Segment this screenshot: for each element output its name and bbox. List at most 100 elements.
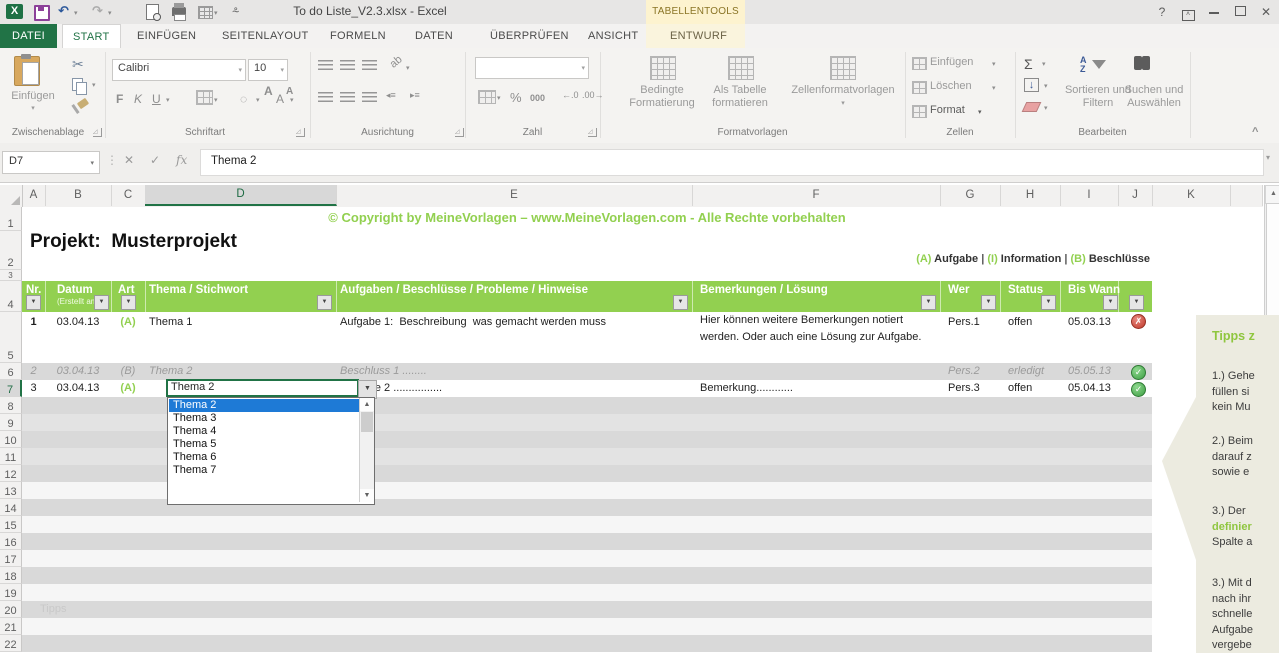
percent-icon[interactable]: % <box>510 90 522 105</box>
autosum-icon[interactable]: Σ <box>1024 56 1033 72</box>
row-header-20[interactable]: 20 <box>0 601 22 618</box>
tab-daten[interactable]: DATEN <box>405 24 463 48</box>
cell-b7[interactable]: 03.04.13 <box>45 380 111 397</box>
table-row[interactable] <box>22 516 1152 533</box>
scrollbar-thumb[interactable] <box>361 412 373 432</box>
cell-i5[interactable]: 05.03.13 <box>1068 314 1111 331</box>
row-header-5[interactable]: 5 <box>0 312 22 363</box>
column-header-e[interactable]: E <box>336 185 693 206</box>
table-row[interactable] <box>22 584 1152 601</box>
thousands-icon[interactable]: 000 <box>530 93 545 103</box>
align-bottom-icon[interactable] <box>362 60 377 70</box>
table-row[interactable] <box>22 618 1152 635</box>
ribbon-options-button[interactable]: ˄ <box>1175 0 1201 24</box>
filter-button-art[interactable]: ▼ <box>121 295 136 310</box>
clipboard-dialog-launcher[interactable]: ◿ <box>93 128 102 137</box>
dropdown-scrollbar[interactable]: ▲ ▼ <box>359 398 374 502</box>
cell-b6[interactable]: 03.04.13 <box>45 363 111 380</box>
fill-color-dropdown-icon[interactable]: ▾ <box>256 96 260 104</box>
orientation-icon[interactable]: ab <box>388 53 405 70</box>
autosum-dropdown-icon[interactable]: ▾ <box>1042 60 1046 68</box>
cell-h6[interactable]: erledigt <box>1008 363 1044 380</box>
cell-b5[interactable]: 03.04.13 <box>45 314 111 331</box>
cell-c6[interactable]: (B) <box>111 363 145 380</box>
filter-button-icons[interactable]: ▼ <box>1129 295 1144 310</box>
delete-cells-icon[interactable] <box>912 81 927 94</box>
insert-cells-icon[interactable] <box>912 57 927 70</box>
expand-formula-bar-icon[interactable]: ▾ <box>1266 153 1270 162</box>
cell-a5[interactable]: 1 <box>22 314 45 331</box>
tab-start[interactable]: START <box>62 24 121 48</box>
table-row[interactable] <box>22 567 1152 584</box>
cell-g6[interactable]: Pers.2 <box>948 363 980 380</box>
format-cells-button[interactable]: Format <box>930 104 965 117</box>
insert-cells-dropdown-icon[interactable]: ▾ <box>992 60 996 68</box>
cut-icon[interactable]: ✂ <box>72 56 84 73</box>
formula-input[interactable]: Thema 2 <box>200 149 1264 176</box>
borders-dropdown-icon[interactable]: ▾ <box>214 96 218 104</box>
select-all-corner[interactable] <box>0 185 23 208</box>
align-center-icon[interactable] <box>340 92 355 102</box>
print-icon[interactable] <box>172 7 186 16</box>
filter-button-thema[interactable]: ▼ <box>317 295 332 310</box>
column-header-c[interactable]: C <box>111 185 146 206</box>
grow-font-icon[interactable]: A <box>264 84 273 98</box>
draw-table-dropdown-icon[interactable]: ▾ <box>214 9 218 17</box>
draw-table-icon[interactable] <box>198 6 213 19</box>
cell-d5[interactable]: Thema 1 <box>149 314 192 331</box>
decrease-decimal-icon[interactable]: .00→ <box>582 90 604 100</box>
currency-icon[interactable] <box>478 90 496 104</box>
insert-function-icon[interactable]: fx <box>176 153 187 167</box>
cell-h5[interactable]: offen <box>1008 314 1032 331</box>
filter-button-bemerkungen[interactable]: ▼ <box>921 295 936 310</box>
tab-seitenlayout[interactable]: SEITENLAYOUT <box>212 24 319 48</box>
italic-icon[interactable]: K <box>134 92 142 106</box>
fill-dropdown-icon[interactable]: ▾ <box>1044 82 1048 90</box>
underline-icon[interactable]: U <box>152 92 161 106</box>
conditional-formatting-icon[interactable] <box>650 56 676 80</box>
help-button[interactable]: ? <box>1149 0 1175 24</box>
selected-cell-d7[interactable]: Thema 2 <box>166 379 359 397</box>
row-header-17[interactable]: 17 <box>0 550 22 567</box>
cell-d6[interactable]: Thema 2 <box>149 363 192 380</box>
fill-icon[interactable]: ↓ <box>1024 78 1039 92</box>
column-header-h[interactable]: H <box>1000 185 1061 206</box>
tab-entwurf[interactable]: ENTWURF <box>660 24 737 48</box>
cancel-entry-icon[interactable]: ✕ <box>124 153 134 167</box>
row-header-21[interactable]: 21 <box>0 618 22 635</box>
fill-color-icon[interactable]: ◌ <box>240 92 247 106</box>
underline-dropdown-icon[interactable]: ▾ <box>166 96 170 104</box>
font-size-combo[interactable]: 10▾ <box>248 59 288 81</box>
cell-c5[interactable]: (A) <box>111 314 145 331</box>
tab-einfuegen[interactable]: EINFÜGEN <box>127 24 206 48</box>
format-cells-dropdown-icon[interactable]: ▾ <box>978 108 982 116</box>
row-header-3[interactable]: 3 <box>0 270 22 281</box>
row-header-19[interactable]: 19 <box>0 584 22 601</box>
table-row[interactable] <box>22 635 1152 652</box>
cell-g7[interactable]: Pers.3 <box>948 380 980 397</box>
row-header-7[interactable]: 7 <box>0 380 22 397</box>
scroll-up-icon[interactable]: ▲ <box>1265 185 1279 204</box>
number-format-combo[interactable]: ▾ <box>475 57 589 79</box>
dropdown-option[interactable]: Thema 7 <box>169 464 363 477</box>
tab-ueberpruefen[interactable]: ÜBERPRÜFEN <box>480 24 579 48</box>
column-header-i[interactable]: I <box>1060 185 1119 206</box>
increase-decimal-icon[interactable]: ←.0 <box>562 90 579 100</box>
minimize-button[interactable] <box>1201 0 1227 24</box>
format-cells-icon[interactable] <box>912 105 927 118</box>
align-right-icon[interactable] <box>362 92 377 102</box>
dropdown-option[interactable]: Thema 2 <box>169 399 363 412</box>
row-header-13[interactable]: 13 <box>0 482 22 499</box>
clear-icon[interactable] <box>1022 102 1042 112</box>
align-left-icon[interactable] <box>318 92 333 102</box>
copy-dropdown-icon[interactable]: ▾ <box>92 81 96 89</box>
filter-button-status[interactable]: ▼ <box>1041 295 1056 310</box>
bold-icon[interactable]: F <box>116 92 123 106</box>
print-preview-icon[interactable] <box>146 4 159 20</box>
row-header-14[interactable]: 14 <box>0 499 22 516</box>
cell-a6[interactable]: 2 <box>22 363 45 380</box>
cell-g5[interactable]: Pers.1 <box>948 314 980 331</box>
font-color-icon[interactable]: A <box>276 92 284 106</box>
font-color-dropdown-icon[interactable]: ▾ <box>290 96 294 104</box>
insert-cells-button[interactable]: Einfügen <box>930 56 973 69</box>
